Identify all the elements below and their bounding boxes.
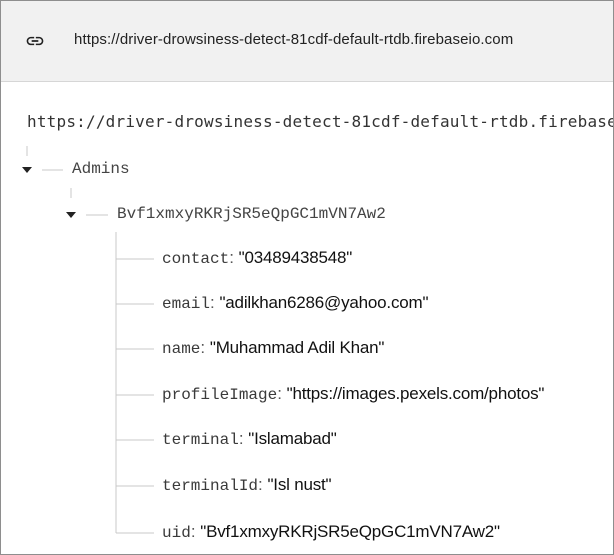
- url-text[interactable]: https://driver-drowsiness-detect-81cdf-d…: [74, 31, 513, 48]
- field-key: contact: [162, 250, 230, 268]
- data-tree-panel: https://driver-drowsiness-detect-81cdf-d…: [1, 82, 613, 554]
- field-row-contact[interactable]: contact: "03489438548": [162, 248, 352, 268]
- url-bar[interactable]: https://driver-drowsiness-detect-81cdf-d…: [1, 1, 613, 82]
- field-value[interactable]: "adilkhan6286@yahoo.com": [219, 293, 428, 312]
- field-value[interactable]: "Muhammad Adil Khan": [210, 338, 385, 357]
- field-separator: :: [277, 384, 287, 403]
- field-value[interactable]: "https://images.pexels.com/photos": [287, 384, 545, 403]
- field-separator: :: [200, 338, 210, 357]
- field-row-terminal-id[interactable]: terminalId: "Isl nust": [162, 475, 332, 495]
- field-row-uid[interactable]: uid: "Bvf1xmxyRKRjSR5eQpGC1mVN7Aw2": [162, 522, 500, 542]
- field-key: uid: [162, 524, 191, 542]
- field-value[interactable]: "Islamabad": [248, 429, 337, 448]
- collapse-record-caret-icon[interactable]: [66, 212, 76, 218]
- field-row-terminal[interactable]: terminal: "Islamabad": [162, 429, 337, 449]
- link-icon: [26, 36, 44, 46]
- database-viewer-window: https://driver-drowsiness-detect-81cdf-d…: [0, 0, 614, 555]
- field-key: terminal: [162, 431, 239, 449]
- field-key: name: [162, 340, 201, 358]
- field-value[interactable]: "Isl nust": [267, 475, 331, 494]
- field-separator: :: [190, 522, 201, 541]
- field-key: email: [162, 295, 211, 313]
- field-row-name[interactable]: name: "Muhammad Adil Khan": [162, 338, 384, 358]
- field-separator: :: [229, 248, 239, 267]
- field-value[interactable]: "03489438548": [239, 248, 353, 267]
- record-node-key[interactable]: Bvf1xmxyRKRjSR5eQpGC1mVN7Aw2: [117, 205, 386, 223]
- field-value[interactable]: "Bvf1xmxyRKRjSR5eQpGC1mVN7Aw2": [200, 522, 500, 541]
- field-row-profile-image[interactable]: profileImage: "https://images.pexels.com…: [162, 384, 544, 404]
- admins-node-key[interactable]: Admins: [72, 160, 130, 178]
- field-row-email[interactable]: email: "adilkhan6286@yahoo.com": [162, 293, 429, 313]
- field-key: profileImage: [162, 386, 278, 404]
- field-separator: :: [238, 429, 249, 448]
- field-key: terminalId: [162, 477, 259, 495]
- collapse-admins-caret-icon[interactable]: [22, 167, 32, 173]
